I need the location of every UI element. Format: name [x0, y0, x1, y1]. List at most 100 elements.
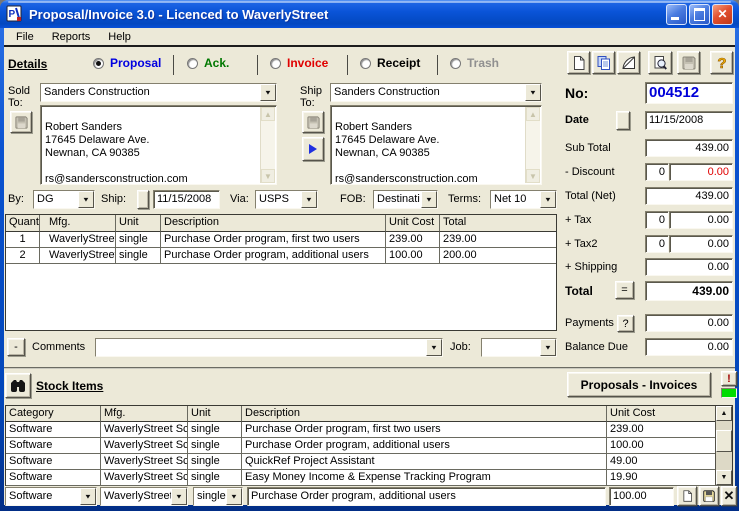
job-select[interactable] — [481, 338, 557, 357]
sold-to-save-button[interactable] — [10, 111, 32, 133]
dropdown-arrow-icon[interactable] — [78, 191, 94, 208]
date-picker-button[interactable] — [616, 111, 630, 130]
dropdown-arrow-icon[interactable] — [80, 488, 96, 505]
fan-button[interactable] — [617, 51, 640, 74]
mode-trash-label[interactable]: Trash — [467, 56, 499, 70]
stock-scrollbar[interactable] — [715, 406, 732, 485]
via-select[interactable]: USPS — [255, 190, 318, 209]
shipping-field[interactable]: 0.00 — [645, 258, 733, 276]
alert-button[interactable]: ! — [721, 371, 737, 386]
radio-receipt[interactable] — [360, 57, 371, 69]
dropdown-arrow-icon[interactable] — [421, 191, 437, 208]
dropdown-arrow-icon[interactable] — [226, 488, 242, 505]
tax2-amount-field[interactable]: 0.00 — [669, 235, 733, 253]
tax-amount-field[interactable]: 0.00 — [669, 211, 733, 229]
line-item-row[interactable]: 2 WaverlyStreet single Purchase Order pr… — [6, 248, 556, 264]
dropdown-arrow-icon[interactable] — [260, 84, 276, 101]
ship-to-address[interactable]: Robert Sanders 17645 Delaware Ave. Newna… — [330, 105, 542, 185]
dropdown-arrow-icon[interactable] — [525, 84, 541, 101]
payments-help-button[interactable]: ? — [617, 315, 634, 332]
close-button[interactable] — [712, 3, 733, 25]
sold-to-company-select[interactable]: Sanders Construction — [40, 83, 277, 102]
total-field[interactable]: 439.00 — [645, 281, 733, 301]
comments-select[interactable] — [95, 338, 443, 357]
mode-trash[interactable]: Trash — [450, 56, 499, 70]
radio-trash[interactable] — [450, 57, 461, 69]
scroll-down-icon[interactable] — [261, 169, 275, 183]
entry-description-input[interactable]: Purchase Order program, additional users — [247, 487, 606, 506]
dropdown-arrow-icon[interactable] — [171, 488, 187, 505]
scroll-up-icon[interactable] — [716, 406, 732, 421]
stock-search-button[interactable] — [5, 373, 31, 398]
by-select[interactable]: DG — [33, 190, 95, 209]
tax2-rate-field[interactable]: 0 — [645, 235, 669, 253]
title-bar[interactable]: P Proposal/Invoice 3.0 - Licenced to Wav… — [0, 0, 739, 28]
discount-rate-field[interactable]: 0 — [645, 163, 669, 181]
scrollbar-thumb[interactable] — [716, 430, 732, 452]
invoice-number-field[interactable]: 004512 — [645, 82, 733, 104]
entry-save-button[interactable] — [699, 486, 719, 506]
ship-date-picker-button[interactable] — [137, 190, 149, 209]
mode-proposal-label[interactable]: Proposal — [110, 56, 161, 70]
new-document-button[interactable] — [567, 51, 590, 74]
fob-select[interactable]: Destinati — [373, 190, 438, 209]
date-field[interactable]: 11/15/2008 — [645, 111, 733, 130]
ship-to-company-select[interactable]: Sanders Construction — [330, 83, 542, 102]
entry-delete-button[interactable] — [721, 486, 737, 506]
menu-help[interactable]: Help — [99, 29, 140, 45]
subtotal-field[interactable]: 439.00 — [645, 139, 733, 157]
print-preview-button[interactable] — [648, 51, 672, 74]
total-net-field[interactable]: 439.00 — [645, 187, 733, 205]
mode-invoice[interactable]: Invoice — [270, 56, 328, 70]
menu-reports[interactable]: Reports — [43, 29, 100, 45]
stock-row[interactable]: Software WaverlyStreet Sc single QuickRe… — [6, 454, 732, 470]
scroll-down-icon[interactable] — [716, 470, 732, 485]
dropdown-arrow-icon[interactable] — [426, 339, 442, 356]
mode-invoice-label[interactable]: Invoice — [287, 56, 328, 70]
dropdown-arrow-icon[interactable] — [540, 339, 556, 356]
scroll-down-icon[interactable] — [526, 169, 540, 183]
stock-row[interactable]: Software WaverlyStreet Sc single Purchas… — [6, 438, 732, 454]
mode-proposal[interactable]: Proposal — [93, 56, 161, 70]
entry-unit-select[interactable]: single — [193, 487, 243, 506]
proposals-invoices-button[interactable]: Proposals - Invoices — [567, 372, 711, 397]
entry-mfg-select[interactable]: WaverlyStreet — [100, 487, 188, 506]
mode-ack-label[interactable]: Ack. — [204, 56, 229, 70]
dropdown-arrow-icon[interactable] — [301, 191, 317, 208]
maximize-button[interactable] — [689, 3, 710, 25]
sold-to-address[interactable]: Robert Sanders 17645 Delaware Ave. Newna… — [40, 105, 277, 185]
mode-receipt[interactable]: Receipt — [360, 56, 420, 70]
entry-category-select[interactable]: Software — [5, 487, 97, 506]
ship-to-save-button[interactable] — [302, 111, 324, 133]
sold-to-address-scrollbar[interactable] — [260, 107, 275, 183]
radio-invoice[interactable] — [270, 57, 281, 69]
stock-row[interactable]: Software WaverlyStreet Sc single Purchas… — [6, 422, 732, 438]
balance-due-field[interactable]: 0.00 — [645, 338, 733, 356]
ship-to-address-scrollbar[interactable] — [525, 107, 540, 183]
scroll-up-icon[interactable] — [526, 107, 540, 121]
copy-button[interactable] — [592, 51, 615, 74]
tax-rate-field[interactable]: 0 — [645, 211, 669, 229]
comments-collapse-button[interactable]: - — [7, 338, 25, 356]
copy-sold-to-ship-button[interactable] — [302, 137, 324, 161]
radio-ack[interactable] — [187, 57, 198, 69]
minimize-button[interactable] — [666, 3, 687, 25]
terms-select[interactable]: Net 10 — [490, 190, 557, 209]
column-header: Mfg. — [101, 406, 188, 422]
mode-ack[interactable]: Ack. — [187, 56, 229, 70]
ship-date-field[interactable]: 11/15/2008 — [153, 190, 220, 209]
stock-row[interactable]: Software WaverlyStreet Sc single Easy Mo… — [6, 470, 732, 486]
recalculate-button[interactable]: = — [615, 281, 634, 299]
scroll-up-icon[interactable] — [261, 107, 275, 121]
entry-new-button[interactable] — [677, 486, 697, 506]
payments-field[interactable]: 0.00 — [645, 314, 733, 332]
line-item-row[interactable]: 1 WaverlyStreet single Purchase Order pr… — [6, 232, 556, 248]
entry-unit-cost-input[interactable]: 100.00 — [609, 487, 674, 506]
radio-proposal[interactable] — [93, 57, 104, 69]
discount-amount-field[interactable]: 0.00 — [669, 163, 733, 181]
dropdown-arrow-icon[interactable] — [540, 191, 556, 208]
mode-receipt-label[interactable]: Receipt — [377, 56, 420, 70]
save-button[interactable] — [677, 51, 700, 74]
help-button[interactable]: ? — [710, 51, 733, 74]
menu-file[interactable]: File — [7, 29, 43, 45]
